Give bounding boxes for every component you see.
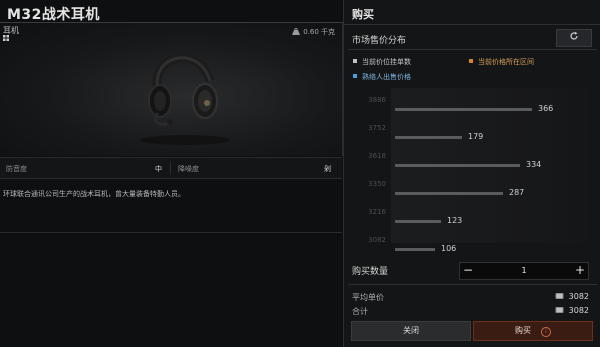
y-tick-label: 3350 xyxy=(368,180,386,188)
panel-divider xyxy=(0,232,342,233)
stat-label: 降噪度 xyxy=(178,165,199,173)
legend-label: 熟络人出售价格 xyxy=(362,73,411,81)
chart-bar xyxy=(395,192,503,195)
bar-value-label: 366 xyxy=(538,104,554,113)
avg-price-label: 平均单价 xyxy=(352,293,384,302)
y-tick-label: 3886 xyxy=(368,96,386,104)
total-price: 3082 xyxy=(555,306,589,315)
price-distribution-chart: 3886 366 3752 179 3618 334 3350 287 3216 123 3082 1… xyxy=(348,88,597,253)
quantity-stepper[interactable]: − 1 + xyxy=(459,262,589,280)
stat-divider xyxy=(170,161,171,175)
purchase-panel: 购买 市场售价分布 当前价位挂单数 当前价格所在区间 熟络人出售价格 3886 3… xyxy=(343,0,600,347)
chart-bar xyxy=(395,136,462,139)
stat-label: 防音度 xyxy=(6,165,27,173)
legend-swatch xyxy=(469,59,473,63)
bar-value-label: 334 xyxy=(526,160,542,169)
close-button[interactable]: 关闭 xyxy=(351,321,471,341)
item-weight-value: 0.60 千克 xyxy=(303,28,335,36)
legend-swatch xyxy=(353,74,357,78)
buy-button-label: 购买 xyxy=(515,326,531,335)
legend-item: 当前价格所在区间 xyxy=(469,57,534,67)
chart-bar xyxy=(395,108,532,111)
headset-image xyxy=(140,53,230,145)
legend-swatch xyxy=(353,59,357,63)
weight-icon xyxy=(292,28,301,35)
legend-item: 当前价位挂单数 xyxy=(353,57,411,67)
quantity-label: 购买数量 xyxy=(352,267,389,277)
total-price-value: 3082 xyxy=(568,306,589,315)
legend-item: 熟络人出售价格 xyxy=(353,72,411,82)
buy-button[interactable]: 购买 i xyxy=(473,321,593,341)
stat-value: 剁 xyxy=(324,165,331,173)
item-detail-panel: M32战术耳机 耳机 0.60 千克 防音度 中 降噪度 剁 环球联合通讯公司生… xyxy=(0,0,343,233)
info-icon: i xyxy=(541,327,551,337)
item-description: 环球联合通讯公司生产的战术耳机，曾大量装备特勤人员。 xyxy=(3,190,185,198)
stat-value: 中 xyxy=(155,165,162,173)
avg-price-value: 3082 xyxy=(568,292,589,301)
increase-quantity-button[interactable]: + xyxy=(572,263,588,279)
y-tick-label: 3752 xyxy=(368,124,386,132)
bar-value-label: 287 xyxy=(509,188,525,197)
bar-value-label: 179 xyxy=(468,132,484,141)
item-weight: 0.60 千克 xyxy=(292,27,335,37)
purchase-title-divider xyxy=(344,24,600,25)
bar-value-label: 123 xyxy=(447,216,463,225)
y-tick-label: 3618 xyxy=(368,152,386,160)
market-price-title: 市场售价分布 xyxy=(352,36,407,46)
y-tick-label: 3216 xyxy=(368,208,386,216)
refresh-icon xyxy=(570,31,578,40)
bar-value-label: 106 xyxy=(441,244,457,253)
quantity-input[interactable]: 1 xyxy=(476,263,572,279)
section-divider xyxy=(348,49,597,50)
legend-label: 当前价格所在区间 xyxy=(478,58,534,66)
avg-price: 3082 xyxy=(555,292,589,301)
item-stats: 防音度 中 降噪度 剁 xyxy=(0,157,342,179)
decrease-quantity-button[interactable]: − xyxy=(460,263,476,279)
y-tick-label: 3082 xyxy=(368,236,386,244)
currency-icon xyxy=(555,307,564,313)
item-title: M32战术耳机 xyxy=(7,7,100,23)
currency-icon xyxy=(555,293,564,299)
refresh-button[interactable] xyxy=(556,29,592,47)
chart-bar xyxy=(395,164,520,167)
legend-label: 当前价位挂单数 xyxy=(362,58,411,66)
total-label: 合计 xyxy=(352,307,368,316)
chart-bar xyxy=(395,248,435,251)
chart-bar xyxy=(395,220,441,223)
grid-size-icon xyxy=(3,35,9,41)
quantity-divider xyxy=(348,284,597,285)
purchase-title: 购买 xyxy=(352,8,374,21)
item-preview xyxy=(0,23,343,156)
